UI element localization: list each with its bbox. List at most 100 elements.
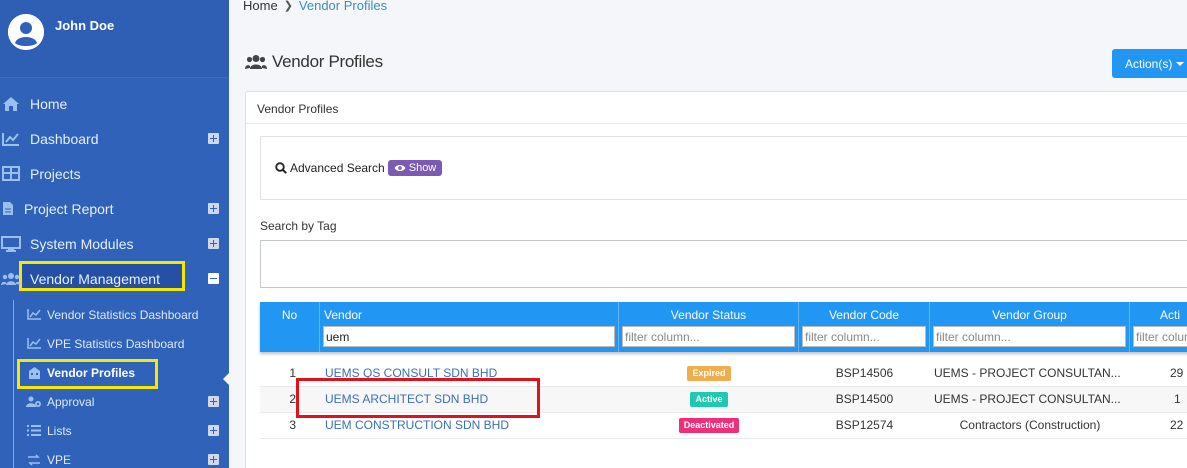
sidebar-subitem-vendor-profiles[interactable]: Vendor Profiles bbox=[0, 358, 229, 389]
annotation-highlight-box bbox=[296, 378, 540, 418]
cell-status: Deactivated bbox=[619, 413, 799, 439]
sidebar-subitem-vendor-statistics-dashboard[interactable]: Vendor Statistics Dashboard bbox=[0, 300, 229, 329]
users-icon bbox=[0, 268, 22, 290]
vendor-status-filter-input[interactable] bbox=[622, 326, 795, 347]
sidebar-subitem-label: VPE bbox=[47, 452, 72, 467]
column-header-no[interactable]: No bbox=[260, 302, 320, 352]
vendor-management-submenu: Vendor Statistics Dashboard VPE Statisti… bbox=[0, 300, 229, 468]
cell-active: 29 bbox=[1170, 366, 1184, 380]
column-title: Vendor bbox=[324, 308, 363, 322]
cell-status: Active bbox=[619, 387, 799, 413]
table-header: No Vendor Vendor Status Vendor Code Vend… bbox=[260, 302, 1187, 352]
chevron-right-icon: ❯ bbox=[283, 0, 293, 12]
sidebar-item-label: Vendor Management bbox=[30, 270, 160, 287]
chart-line-icon bbox=[26, 308, 42, 322]
cell-active: 1 bbox=[1174, 392, 1181, 406]
column-header-vendor-group[interactable]: Vendor Group bbox=[930, 302, 1130, 352]
status-badge: Active bbox=[690, 392, 728, 408]
column-title: No bbox=[281, 308, 298, 322]
sidebar-item-label: System Modules bbox=[30, 235, 134, 252]
table-icon bbox=[0, 163, 22, 185]
collapse-icon[interactable] bbox=[208, 273, 219, 284]
sidebar-subitem-label: VPE Statistics Dashboard bbox=[47, 336, 185, 351]
column-title: Acti bbox=[1160, 308, 1181, 322]
show-advanced-search-button[interactable]: Show bbox=[387, 160, 443, 176]
chart-line-icon bbox=[0, 128, 22, 150]
breadcrumb-home[interactable]: Home bbox=[243, 0, 278, 13]
cell-status: Expired bbox=[619, 361, 799, 387]
cell-code: BSP14506 bbox=[835, 366, 894, 380]
sidebar-item-project-report[interactable]: Project Report bbox=[0, 191, 229, 226]
status-badge: Expired bbox=[687, 366, 731, 382]
sidebar-subitem-approval[interactable]: Approval bbox=[0, 387, 229, 416]
sidebar-item-vendor-management[interactable]: Vendor Management bbox=[0, 261, 229, 296]
expand-icon[interactable] bbox=[208, 396, 219, 407]
column-header-vendor-status[interactable]: Vendor Status bbox=[619, 302, 799, 352]
eye-icon bbox=[394, 165, 406, 171]
column-title: Vendor Group bbox=[992, 308, 1067, 322]
actions-dropdown-button[interactable]: Action(s) bbox=[1112, 49, 1187, 78]
vendor-code-filter-input[interactable] bbox=[802, 326, 926, 347]
sidebar: John Doe Home Dashboard Projects Project… bbox=[0, 0, 229, 468]
show-label: Show bbox=[408, 162, 437, 174]
list-icon bbox=[26, 424, 42, 438]
cell-group: UEMS - PROJECT CONSULTAN... bbox=[934, 366, 1121, 380]
cell-code: BSP14500 bbox=[835, 392, 894, 406]
building-icon bbox=[26, 366, 42, 380]
search-by-tag-label: Search by Tag bbox=[260, 219, 337, 233]
column-header-active[interactable]: Acti bbox=[1130, 302, 1187, 352]
chart-line-icon bbox=[26, 337, 42, 351]
users-icon bbox=[245, 55, 267, 69]
sidebar-item-dashboard[interactable]: Dashboard bbox=[0, 121, 229, 156]
vendor-filter-input[interactable] bbox=[323, 326, 615, 347]
desktop-icon bbox=[0, 233, 22, 255]
column-header-vendor[interactable]: Vendor bbox=[320, 302, 619, 352]
expand-icon[interactable] bbox=[208, 454, 219, 465]
user-panel: John Doe bbox=[0, 0, 229, 78]
advanced-search-label: Advanced Search bbox=[290, 161, 385, 175]
sidebar-subitem-vpe-statistics-dashboard[interactable]: VPE Statistics Dashboard bbox=[0, 329, 229, 358]
cell-code: BSP12574 bbox=[835, 418, 894, 432]
breadcrumb-current: Vendor Profiles bbox=[298, 0, 388, 13]
cell-group: Contractors (Construction) bbox=[959, 418, 1101, 432]
user-name: John Doe bbox=[55, 18, 115, 33]
column-title: Vendor Code bbox=[828, 308, 900, 322]
caret-down-icon bbox=[1176, 61, 1185, 66]
expand-icon[interactable] bbox=[208, 238, 219, 249]
search-icon bbox=[275, 162, 287, 174]
card-title: Vendor Profiles bbox=[246, 92, 1187, 124]
page-title-text: Vendor Profiles bbox=[272, 52, 383, 71]
sidebar-subitem-label: Approval bbox=[47, 394, 95, 409]
sidebar-nav: Home Dashboard Projects Project Report S… bbox=[0, 86, 229, 468]
home-icon bbox=[0, 93, 22, 115]
column-title: Vendor Status bbox=[670, 308, 747, 322]
sidebar-item-label: Dashboard bbox=[30, 130, 99, 147]
sidebar-item-label: Project Report bbox=[24, 200, 114, 217]
users-cog-icon bbox=[26, 395, 42, 409]
sidebar-item-system-modules[interactable]: System Modules bbox=[0, 226, 229, 261]
sidebar-item-label: Home bbox=[30, 95, 68, 112]
advanced-search-panel: Advanced Search Show bbox=[260, 136, 1187, 200]
actions-label: Action(s) bbox=[1125, 56, 1173, 71]
sidebar-item-projects[interactable]: Projects bbox=[0, 156, 229, 191]
expand-icon[interactable] bbox=[208, 203, 219, 214]
sidebar-subitem-lists[interactable]: Lists bbox=[0, 416, 229, 445]
expand-icon[interactable] bbox=[208, 133, 219, 144]
cell-group: UEMS - PROJECT CONSULTAN... bbox=[934, 392, 1121, 406]
sidebar-subitem-label: Vendor Statistics Dashboard bbox=[47, 307, 199, 322]
page-title: Vendor Profiles bbox=[245, 52, 383, 72]
cell-active: 22 bbox=[1170, 418, 1184, 432]
status-badge: Deactivated bbox=[678, 418, 740, 434]
active-filter-input[interactable] bbox=[1133, 326, 1187, 347]
expand-icon[interactable] bbox=[208, 425, 219, 436]
exchange-icon bbox=[26, 453, 42, 467]
sidebar-item-home[interactable]: Home bbox=[0, 86, 229, 121]
file-icon bbox=[0, 198, 16, 220]
sidebar-subitem-label: Lists bbox=[47, 423, 72, 438]
vendor-group-filter-input[interactable] bbox=[933, 326, 1126, 347]
search-by-tag-input[interactable] bbox=[260, 240, 1187, 288]
sidebar-item-label: Projects bbox=[30, 165, 81, 182]
sidebar-subitem-vpe[interactable]: VPE bbox=[0, 445, 229, 468]
avatar[interactable] bbox=[8, 14, 44, 50]
column-header-vendor-code[interactable]: Vendor Code bbox=[799, 302, 930, 352]
